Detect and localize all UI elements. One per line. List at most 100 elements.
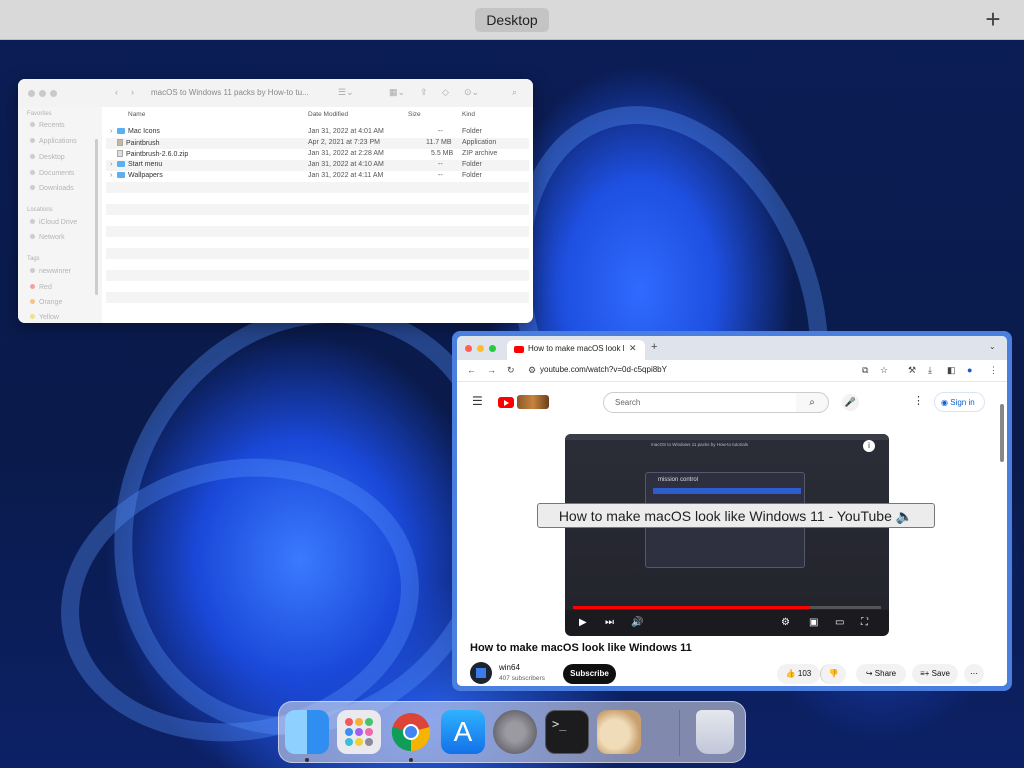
file-list: Name Date Modified Size Kind › Mac Icons… bbox=[102, 107, 533, 323]
finder-window[interactable]: ‹ › macOS to Windows 11 packs by How-to … bbox=[18, 79, 533, 323]
save-button[interactable]: ≡+ Save bbox=[912, 664, 958, 684]
sidebar-scrollbar[interactable] bbox=[95, 139, 98, 295]
finder-sidebar: Favorites Recents Applications Desktop D… bbox=[18, 107, 102, 323]
tab-close-icon[interactable]: ✕ bbox=[629, 343, 637, 354]
chrome-window[interactable]: How to make macOS look like ✕ + ⌄ ← → ↻ … bbox=[457, 336, 1007, 686]
subscribe-button[interactable]: Subscribe bbox=[563, 664, 616, 684]
channel-name[interactable]: win64 bbox=[499, 663, 520, 672]
dislike-button[interactable]: 👎 bbox=[820, 664, 846, 684]
bookmark-star-icon[interactable]: ☆ bbox=[880, 365, 888, 376]
reload-icon[interactable]: ↻ bbox=[507, 365, 515, 376]
file-row-mac-icons[interactable]: › Mac Icons Jan 31, 2022 at 4:01 AM -- F… bbox=[106, 127, 529, 138]
search-icon[interactable]: ⌕ bbox=[512, 87, 517, 98]
zoom-window-button[interactable] bbox=[50, 90, 57, 97]
youtube-logo-icon[interactable] bbox=[498, 397, 514, 408]
next-icon[interactable]: ⏭ bbox=[605, 617, 614, 628]
launchpad-icon[interactable] bbox=[337, 710, 381, 754]
hamburger-menu-icon[interactable]: ☰ bbox=[472, 394, 483, 408]
tag-icon[interactable]: ◇ bbox=[442, 87, 449, 98]
extensions-icon[interactable]: ⚒ bbox=[908, 365, 916, 376]
add-space-button[interactable]: + bbox=[982, 6, 1004, 32]
channel-avatar[interactable] bbox=[470, 662, 492, 684]
cast-icon[interactable]: ⧉ bbox=[862, 365, 868, 376]
file-row-wallpapers[interactable]: › Wallpapers Jan 31, 2022 at 4:11 AM -- … bbox=[106, 171, 529, 182]
site-info-icon[interactable]: ⚙ bbox=[528, 365, 536, 376]
download-icon[interactable]: ⤓ bbox=[928, 365, 932, 376]
profile-icon[interactable]: ● bbox=[967, 365, 972, 375]
sidebar-tag-newwinrer[interactable]: newwinrer bbox=[30, 268, 71, 275]
sidebar-item-recents[interactable]: Recents bbox=[30, 122, 65, 129]
new-tab-button[interactable]: + bbox=[651, 341, 657, 353]
fullscreen-icon[interactable]: ⛶ bbox=[861, 617, 868, 628]
finder-icon[interactable] bbox=[285, 710, 329, 754]
play-icon[interactable]: ▶ bbox=[579, 617, 587, 628]
sidebar-tag-yellow[interactable]: Yellow bbox=[30, 314, 59, 321]
back-icon[interactable]: ‹ bbox=[115, 87, 118, 97]
tab-search-chevron-icon[interactable]: ⌄ bbox=[989, 342, 996, 351]
running-indicator bbox=[305, 758, 309, 762]
app-store-icon[interactable]: A bbox=[441, 710, 485, 754]
sidebar-tag-red[interactable]: Red bbox=[30, 284, 52, 291]
search-input[interactable]: Search bbox=[603, 392, 797, 413]
miniplayer-icon[interactable]: ▣ bbox=[809, 617, 818, 628]
minimize-window-button[interactable] bbox=[477, 345, 484, 352]
column-header-kind[interactable]: Kind bbox=[462, 111, 475, 118]
minimize-window-button[interactable] bbox=[39, 90, 46, 97]
like-button[interactable]: 👍 103 bbox=[777, 664, 820, 684]
file-row-paintbrush[interactable]: Paintbrush Apr 2, 2021 at 7:23 PM 11.7 M… bbox=[106, 138, 529, 149]
sidebar-tag-orange[interactable]: Orange bbox=[30, 299, 62, 306]
video-player[interactable]: macOS to Windows 11 packs by How-to tuto… bbox=[565, 434, 889, 636]
file-row-start-menu[interactable]: › Start menu Jan 31, 2022 at 4:10 AM -- … bbox=[106, 160, 529, 171]
video-progress-bar[interactable] bbox=[573, 606, 881, 609]
sidebar-item-applications[interactable]: Applications bbox=[30, 138, 77, 145]
empty-row bbox=[106, 248, 529, 259]
info-icon[interactable]: i bbox=[863, 440, 875, 452]
column-header-name[interactable]: Name bbox=[128, 111, 145, 118]
group-icon[interactable]: ▦⌄ bbox=[389, 87, 405, 98]
sidebar-header-locations: Locations bbox=[27, 207, 53, 213]
video-title: How to make macOS look like Windows 11 bbox=[470, 642, 692, 654]
forward-arrow-icon[interactable]: → bbox=[487, 365, 496, 375]
paintbrush-icon[interactable] bbox=[597, 710, 641, 754]
voice-search-mic-icon[interactable]: 🎤 bbox=[842, 394, 859, 411]
desktop-space-thumbnail[interactable]: Desktop bbox=[475, 8, 549, 32]
sidebar-item-downloads[interactable]: Downloads bbox=[30, 185, 74, 192]
page-scrollbar[interactable] bbox=[1000, 404, 1004, 462]
column-header-date[interactable]: Date Modified bbox=[308, 111, 348, 118]
browser-tab-youtube[interactable]: How to make macOS look like ✕ bbox=[507, 340, 645, 360]
youtube-doodle-icon[interactable] bbox=[517, 395, 549, 409]
search-button[interactable]: ⌕ bbox=[796, 392, 829, 413]
file-row-paintbrush-zip[interactable]: Paintbrush-2.6.0.zip Jan 31, 2022 at 2:2… bbox=[106, 149, 529, 160]
more-actions-button[interactable]: ⋯ bbox=[964, 664, 984, 684]
chrome-icon[interactable] bbox=[389, 710, 433, 754]
side-panel-icon[interactable]: ◧ bbox=[947, 365, 956, 376]
chrome-menu-icon[interactable]: ⋮ bbox=[989, 365, 998, 376]
system-preferences-gear-icon[interactable] bbox=[493, 710, 537, 754]
column-header-size[interactable]: Size bbox=[408, 111, 421, 118]
chrome-window-highlight[interactable]: How to make macOS look like ✕ + ⌄ ← → ↻ … bbox=[452, 331, 1012, 691]
zoom-window-button[interactable] bbox=[489, 345, 496, 352]
sidebar-item-network[interactable]: Network bbox=[30, 234, 65, 241]
sidebar-item-documents[interactable]: Documents bbox=[30, 170, 74, 177]
sidebar-item-icloud-drive[interactable]: iCloud Drive bbox=[30, 219, 77, 226]
share-icon[interactable]: ⇪ bbox=[420, 87, 428, 98]
terminal-icon[interactable]: >_ bbox=[545, 710, 589, 754]
close-window-button[interactable] bbox=[465, 345, 472, 352]
trash-icon[interactable] bbox=[696, 710, 734, 754]
back-arrow-icon[interactable]: ← bbox=[467, 365, 476, 375]
forward-icon[interactable]: › bbox=[131, 87, 134, 97]
share-button[interactable]: ↪ Share bbox=[856, 664, 906, 684]
more-options-icon[interactable]: ⋮ bbox=[913, 394, 924, 407]
sign-in-button[interactable]: ◉ Sign in bbox=[934, 392, 985, 412]
finder-window-title: macOS to Windows 11 packs by How-to tu..… bbox=[151, 88, 309, 97]
volume-icon[interactable]: 🔊 bbox=[631, 617, 643, 628]
theater-mode-icon[interactable]: ▭ bbox=[835, 617, 844, 628]
url-field[interactable]: youtube.com/watch?v=0d-c5qpi8bY bbox=[540, 365, 667, 374]
settings-gear-icon[interactable]: ⚙ bbox=[781, 617, 790, 628]
action-icon[interactable]: ⊙⌄ bbox=[464, 87, 479, 98]
view-options-icon[interactable]: ☰⌄ bbox=[338, 87, 354, 98]
close-window-button[interactable] bbox=[28, 90, 35, 97]
sidebar-header-tags: Tags bbox=[27, 256, 40, 262]
video-window-title: macOS to Windows 11 packs by How-to tuto… bbox=[651, 442, 748, 447]
sidebar-item-desktop[interactable]: Desktop bbox=[30, 154, 65, 161]
